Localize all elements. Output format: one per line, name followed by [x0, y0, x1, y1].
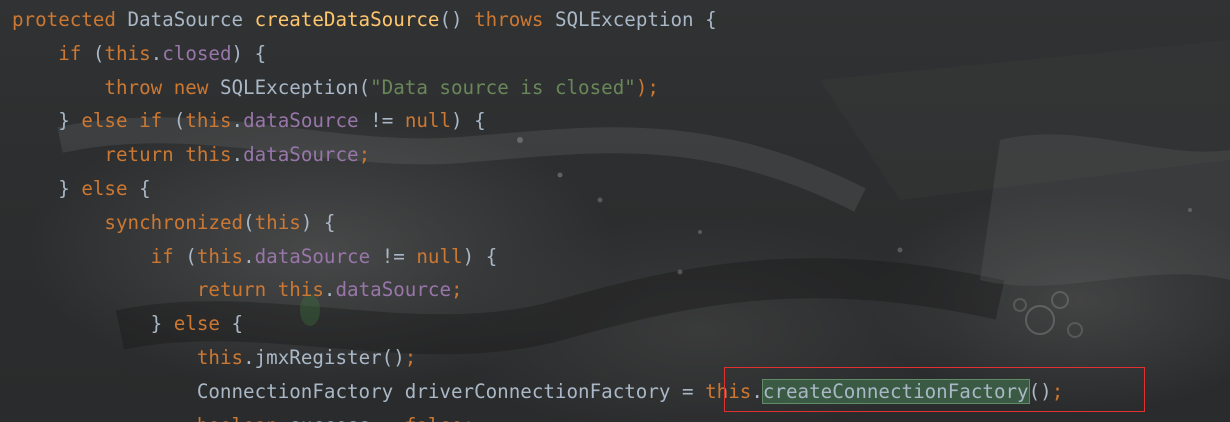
code-token: != — [370, 244, 417, 268]
code-token: if — [150, 244, 174, 268]
code-token: ConnectionFactory driverConnectionFactor… — [12, 379, 706, 403]
code-token: ; — [463, 414, 475, 422]
code-token: dataSource — [243, 109, 359, 133]
code-token: ) { — [462, 244, 498, 268]
code-token: if — [58, 41, 82, 65]
code-token: . — [231, 109, 244, 133]
code-line[interactable]: throw new SQLException("Data source is c… — [12, 71, 1063, 105]
code-token: createDataSource — [254, 8, 440, 31]
code-line[interactable]: return this.dataSource; — [12, 273, 1063, 307]
code-token: . — [243, 244, 255, 268]
code-line[interactable]: synchronized(this) { — [12, 206, 1063, 240]
code-token: ) { — [300, 210, 336, 234]
code-token: dataSource — [243, 143, 359, 167]
code-token: ; — [451, 278, 463, 302]
code-token: throw new — [104, 75, 209, 99]
code-token: SQLException( — [208, 75, 371, 99]
code-line[interactable]: } else { — [12, 307, 1063, 341]
code-token: dataSource — [335, 278, 452, 302]
code-token: . — [751, 379, 763, 403]
code-token: throws — [474, 8, 544, 31]
code-token: ; — [404, 345, 417, 369]
code-area[interactable]: protected DataSource createDataSource ( ) … — [12, 3, 1063, 422]
code-token: . — [231, 143, 244, 167]
code-token: null — [416, 244, 463, 268]
code-token: SQLException { — [543, 8, 717, 31]
code-token: this — [196, 345, 244, 369]
code-token: protected — [12, 8, 116, 31]
code-token: .jmxRegister() — [243, 345, 405, 369]
code-token: ) { — [451, 109, 486, 133]
code-line[interactable]: ConnectionFactory driverConnectionFactor… — [12, 375, 1063, 409]
code-token: this — [196, 244, 244, 268]
code-token: closed — [162, 41, 232, 65]
code-token: else if — [81, 109, 163, 133]
code-token: "Data source is closed" — [370, 75, 636, 99]
code-token: return this — [196, 278, 324, 302]
code-token: this — [104, 41, 151, 65]
code-token: false — [405, 414, 463, 422]
code-token: { — [219, 312, 244, 336]
code-token: success = — [278, 414, 405, 422]
code-token: != — [358, 109, 405, 133]
code-token: ) { — [231, 41, 267, 65]
code-token: else — [81, 176, 128, 200]
code-token: ); — [635, 75, 659, 99]
code-editor[interactable]: protected DataSource createDataSource ( ) … — [0, 0, 1230, 422]
code-token: dataSource — [254, 244, 371, 268]
code-token: boolean — [197, 414, 278, 422]
code-token: . — [323, 278, 336, 302]
code-token: this — [705, 379, 752, 403]
code-line[interactable]: boolean success = false; — [12, 409, 1063, 422]
code-token: ; — [1051, 379, 1064, 403]
code-token: synchronized — [104, 210, 244, 234]
code-token: } — [12, 312, 174, 336]
code-line[interactable]: } else if (this.dataSource != null) { — [12, 104, 1063, 138]
code-token: ( — [162, 109, 186, 133]
code-token: } — [12, 176, 82, 200]
code-token: null — [404, 109, 452, 133]
code-token: return this — [104, 143, 232, 167]
code-token: ( — [243, 210, 255, 234]
code-token: } — [12, 109, 82, 133]
code-line[interactable]: this.jmxRegister(); — [12, 341, 1063, 375]
code-token: this — [254, 210, 301, 234]
code-line[interactable]: if (this.dataSource != null) { — [12, 240, 1063, 274]
code-token: ( — [81, 41, 105, 65]
code-token: DataSource — [115, 8, 255, 31]
code-token: this — [185, 109, 232, 133]
code-line[interactable]: return this.dataSource; — [12, 138, 1063, 172]
code-token: () — [1028, 379, 1052, 403]
code-token: . — [150, 41, 163, 65]
code-token: () — [439, 8, 475, 31]
code-line[interactable]: if (this.closed) { — [12, 37, 1063, 71]
code-token: ; — [358, 143, 371, 167]
highlighted-method-token: createConnectionFactory — [761, 378, 1030, 404]
code-token: ( — [173, 244, 197, 268]
code-line[interactable]: } else { — [12, 172, 1063, 206]
code-token: else — [173, 312, 220, 336]
code-line[interactable]: protected DataSource createDataSource() … — [12, 3, 1063, 37]
code-token: { — [127, 176, 151, 200]
